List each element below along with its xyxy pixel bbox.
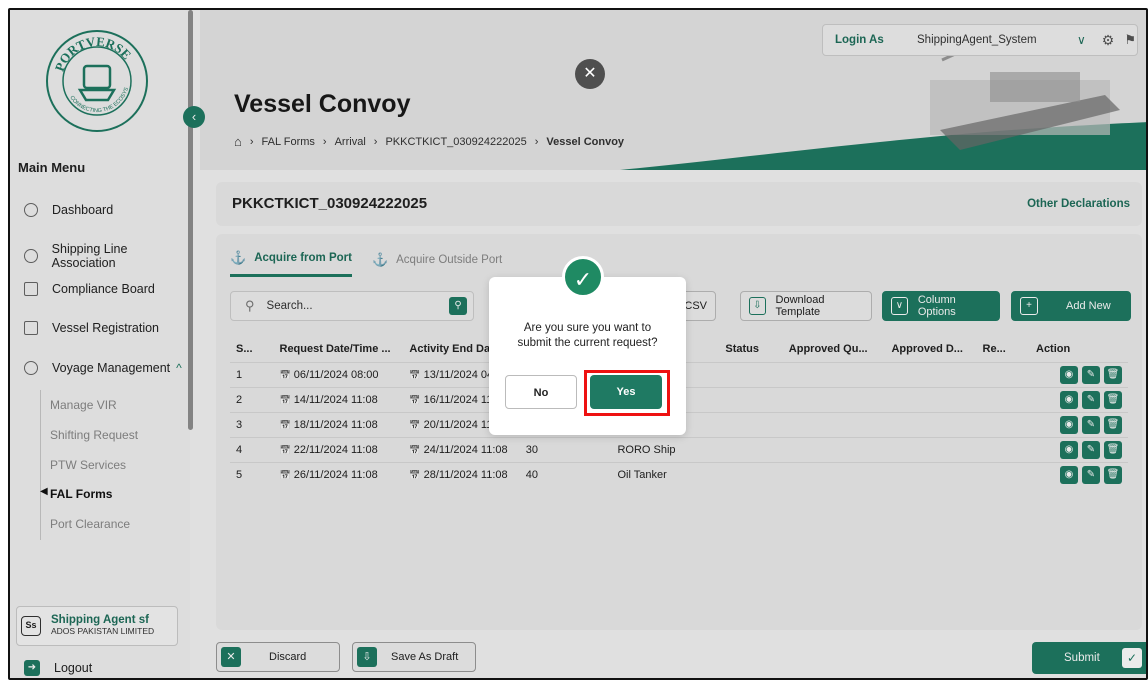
confirm-message-line: submit the current request? xyxy=(517,337,658,349)
highlight-box xyxy=(584,370,670,416)
confirm-message: Are you sure you want to submit the curr… xyxy=(489,321,686,351)
close-icon[interactable]: ✕ xyxy=(575,59,605,89)
app-window: PORTVERSE CONNECTING THE ECOSYSTEM Main … xyxy=(8,8,1148,680)
no-button[interactable]: No xyxy=(505,375,577,409)
success-check-icon: ✓ xyxy=(562,256,604,298)
confirm-message-line: Are you sure you want to xyxy=(523,322,652,334)
